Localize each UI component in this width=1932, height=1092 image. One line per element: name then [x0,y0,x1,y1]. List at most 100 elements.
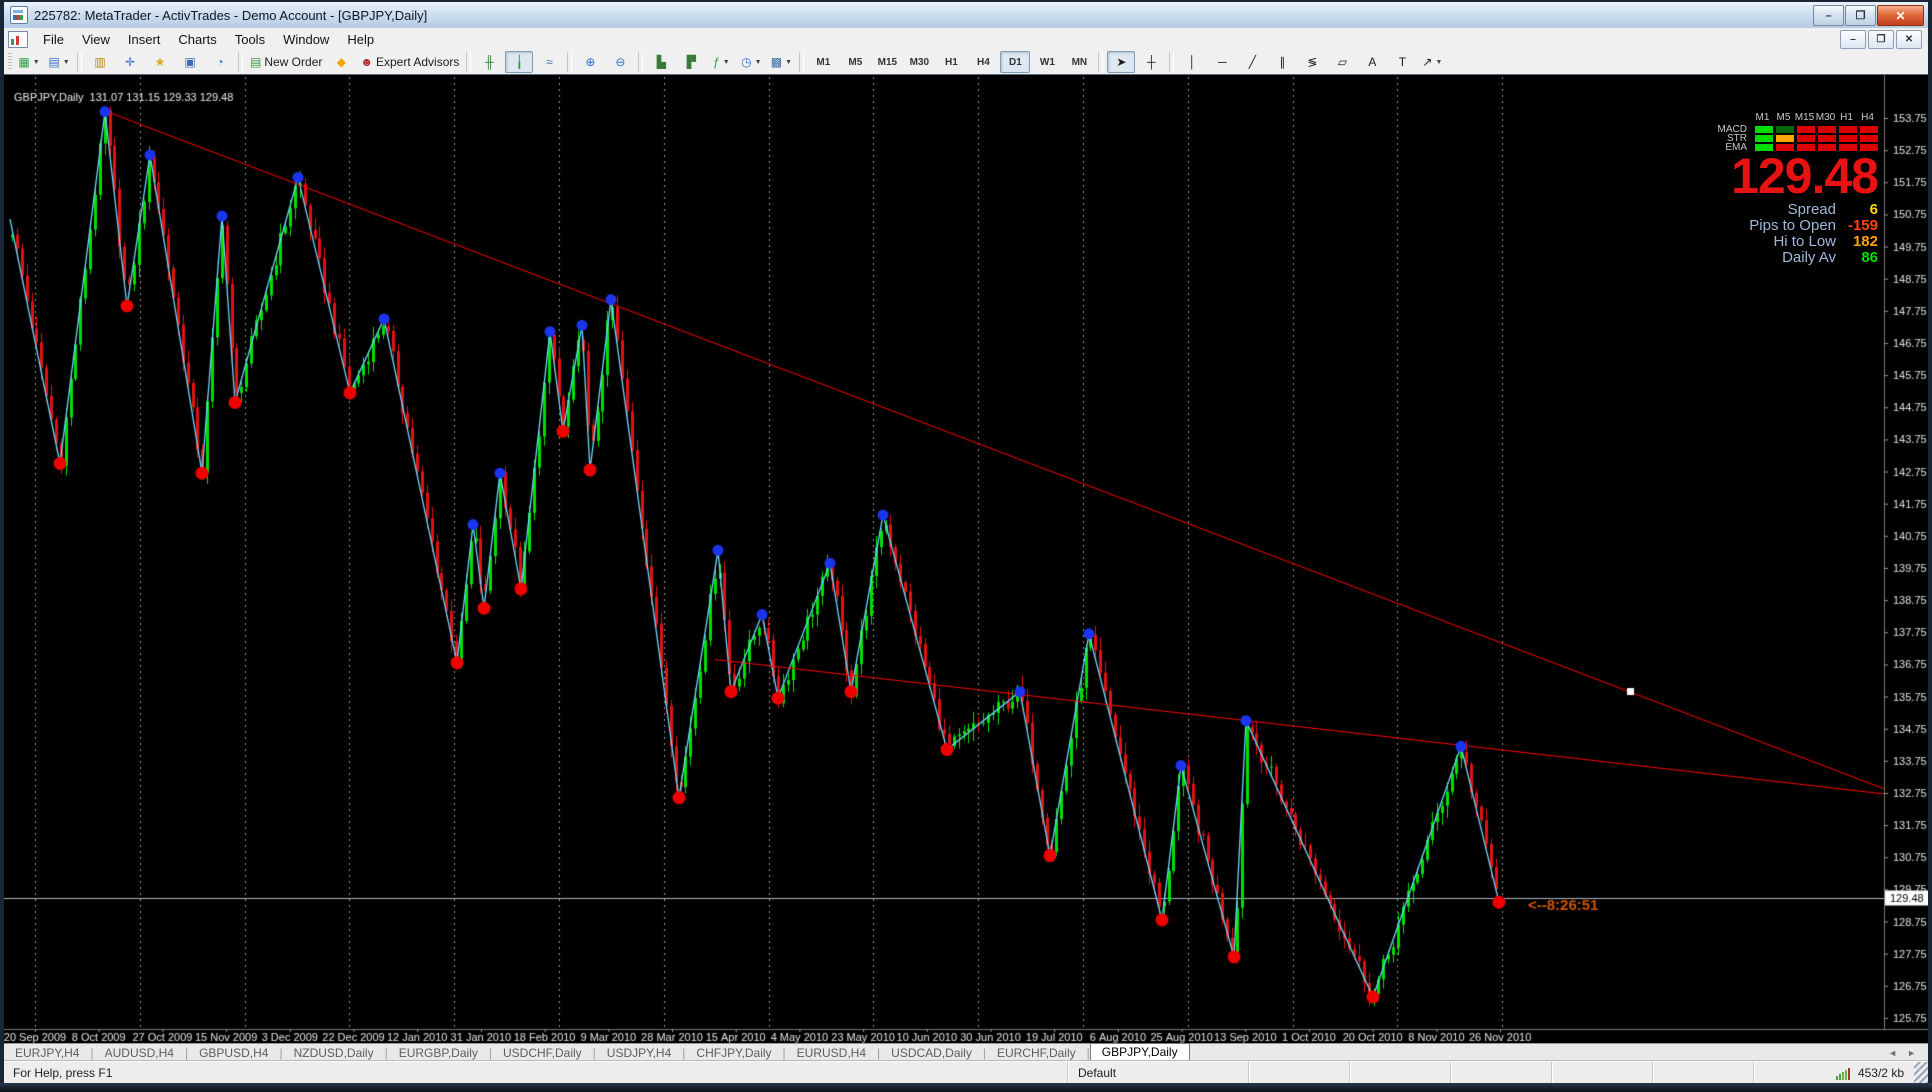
chart-tab-audusd-h4[interactable]: AUDUSD,H4 [94,1045,185,1061]
arrows-dropdown-arrow[interactable]: ▼ [1435,59,1442,66]
close-button[interactable]: ✕ [1877,5,1924,26]
candlestick-chart-button[interactable]: ╽ [505,51,533,73]
chart-restore-button[interactable]: ❐ [1868,30,1894,49]
market-watch-button[interactable]: ▥ [86,51,114,73]
navigator-button[interactable]: ★ [146,51,174,73]
crosshair-button[interactable]: ┼ [1137,51,1165,73]
menu-view[interactable]: View [73,30,119,49]
templates-dropdown-arrow[interactable]: ▼ [785,59,792,66]
new-chart-button[interactable]: ▦▼ [15,51,43,73]
dashboard-timeframe-header: M1M5M15M30H1H4 [1713,111,1878,123]
signal-cell-str-h4 [1860,135,1878,142]
price-chart-canvas[interactable] [4,75,1928,1044]
timeframe-h4-label: H4 [977,57,990,68]
bar-chart-button[interactable]: ╫ [475,51,503,73]
chart-tab-eurusd-h4[interactable]: EURUSD,H4 [786,1045,877,1061]
status-profile[interactable]: Default [1068,1062,1249,1084]
metatrader-window: 225782: MetaTrader - ActivTrades - Demo … [0,0,1932,1092]
timeframe-h1-button[interactable]: H1 [936,51,966,73]
chart-tab-chfjpy-daily[interactable]: CHFJPY,Daily [685,1045,782,1061]
menu-tools[interactable]: Tools [226,30,274,49]
chart-tab-eurgbp-daily[interactable]: EURGBP,Daily [388,1045,489,1061]
toolbar-separator [567,52,572,72]
chart-tab-usdjpy-h4[interactable]: USDJPY,H4 [596,1045,682,1061]
chart-tab-eurjpy-h4[interactable]: EURJPY,H4 [4,1045,90,1061]
chart-tab-gbpjpy-daily[interactable]: GBPJPY,Daily [1090,1043,1190,1062]
status-connection-pane[interactable]: 453/2 kb [1754,1062,1914,1084]
new-order-button[interactable]: ▤New Order [247,51,325,73]
timeframe-mn-button[interactable]: MN [1064,51,1094,73]
menu-insert[interactable]: Insert [119,30,170,49]
chart-tab-gbpusd-h4[interactable]: GBPUSD,H4 [188,1045,279,1061]
title-bar[interactable]: 225782: MetaTrader - ActivTrades - Demo … [4,2,1928,29]
periods-button[interactable]: ◷▼ [737,51,765,73]
tile-windows-button[interactable]: ▛ [677,51,705,73]
indicators-list-button[interactable]: ƒ▼ [707,51,735,73]
alert-button[interactable]: ◆ [327,51,355,73]
zoom-in-button[interactable]: ⊕ [576,51,604,73]
chart-tab-usdcad-daily[interactable]: USDCAD,Daily [880,1045,983,1061]
maximize-button[interactable]: ❐ [1845,5,1876,26]
tab-scroll-left-button[interactable]: ◄ [1888,1048,1897,1058]
chart-system-menu-icon[interactable] [8,31,28,48]
profiles-dropdown-arrow[interactable]: ▼ [63,59,70,66]
menu-help[interactable]: Help [338,30,383,49]
zoom-out-button[interactable]: ⊖ [606,51,634,73]
stat-label: Hi to Low [1773,233,1836,250]
periods-dropdown-arrow[interactable]: ▼ [755,59,762,66]
resize-grip[interactable] [1914,1062,1928,1084]
fibonacci-button[interactable]: ≶ [1298,51,1326,73]
connection-bars-icon [1836,1067,1850,1080]
timeframe-m15-button[interactable]: M15 [872,51,902,73]
timeframe-m30-button[interactable]: M30 [904,51,934,73]
new-chart-dropdown-arrow[interactable]: ▼ [33,59,40,66]
text-button[interactable]: A [1358,51,1386,73]
cursor-button[interactable]: ➤ [1107,51,1135,73]
stat-daily-av: Daily Av86 [1782,249,1878,265]
signal-cell-str-h1 [1839,135,1857,142]
bar-chart-icon: ╫ [485,56,494,68]
indicators-list-dropdown-arrow[interactable]: ▼ [723,59,730,66]
menu-window[interactable]: Window [274,30,338,49]
indicator-windows-button[interactable]: ▙ [647,51,675,73]
minimize-button[interactable]: – [1813,5,1844,26]
chart-tab-usdchf-daily[interactable]: USDCHF,Daily [492,1045,593,1061]
chart-close-button[interactable]: ✕ [1896,30,1922,49]
chart-tab-nzdusd-daily[interactable]: NZDUSD,Daily [283,1045,385,1061]
multi-timeframe-dashboard: M1M5M15M30H1H4MACDSTREMA129.48Spread6Pip… [1713,111,1878,265]
timeframe-m30-label: M30 [910,57,929,68]
timeframe-w1-button[interactable]: W1 [1032,51,1062,73]
shapes-button[interactable]: ▱ [1328,51,1356,73]
data-window-button[interactable]: ✛ [116,51,144,73]
chart-tab-eurchf-daily[interactable]: EURCHF,Daily [986,1045,1087,1061]
dashboard-column-m30: M30 [1815,112,1836,123]
chart-minimize-button[interactable]: – [1840,30,1866,49]
profiles-button[interactable]: ▤▼ [45,51,73,73]
timeframe-h4-button[interactable]: H4 [968,51,998,73]
horizontal-line-button[interactable]: ─ [1208,51,1236,73]
templates-button[interactable]: ▩▼ [767,51,795,73]
terminal-button[interactable]: ▣ [176,51,204,73]
expert-advisors-button[interactable]: ☻Expert Advisors [357,51,462,73]
arrows-button[interactable]: ↗▼ [1418,51,1446,73]
line-chart-button[interactable]: ≈ [535,51,563,73]
timeframe-d1-button[interactable]: D1 [1000,51,1030,73]
timeframe-mn-label: MN [1072,57,1088,68]
menu-charts[interactable]: Charts [169,30,225,49]
menu-file[interactable]: File [34,30,73,49]
tab-scroll-right-button[interactable]: ► [1907,1048,1916,1058]
strategy-tester-icon: ◔ [216,56,223,68]
toolbar-separator [638,52,643,72]
shapes-icon: ▱ [1338,56,1347,68]
timeframe-m5-button[interactable]: M5 [840,51,870,73]
equidistant-channel-button[interactable]: ∥ [1268,51,1296,73]
toolbar-separator [238,52,243,72]
vertical-line-button[interactable]: │ [1178,51,1206,73]
navigator-icon: ★ [155,56,166,68]
timeframe-m1-button[interactable]: M1 [808,51,838,73]
stat-label: Daily Av [1782,249,1836,266]
text-label-button[interactable]: T [1388,51,1416,73]
new-order-icon: ▤ [250,56,261,68]
strategy-tester-button[interactable]: ◔ [206,51,234,73]
trendline-button[interactable]: ╱ [1238,51,1266,73]
